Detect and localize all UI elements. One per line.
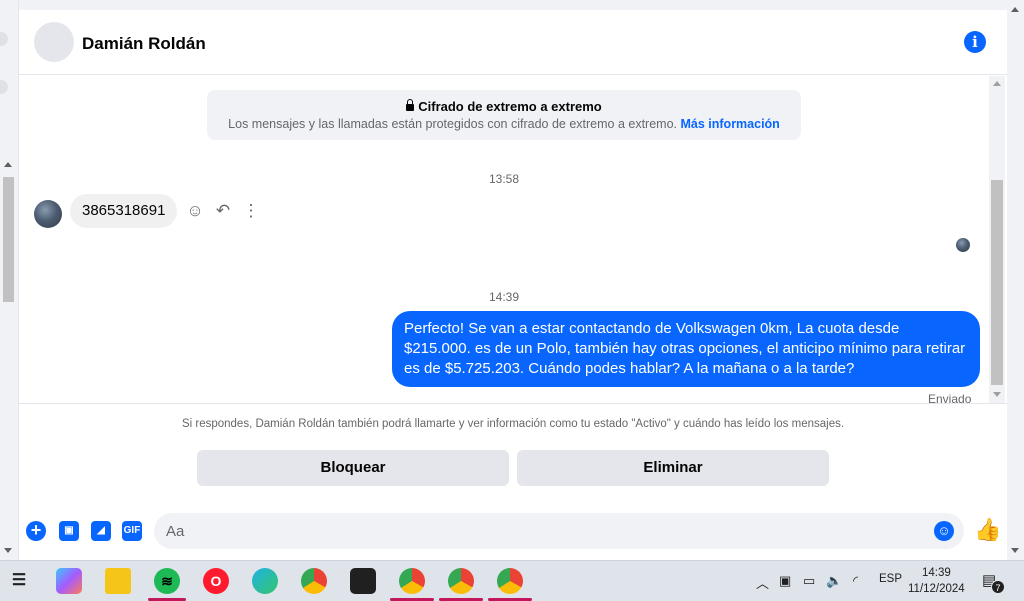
clock[interactable]: 14:39 11/12/2024 (908, 565, 965, 597)
scroll-up-arrow-icon[interactable] (993, 81, 1001, 86)
info-icon[interactable]: i (964, 31, 986, 53)
sticky-app-icon[interactable] (350, 568, 376, 594)
block-button[interactable]: Bloquear (197, 450, 509, 486)
top-strip (19, 0, 1007, 10)
delete-button[interactable]: Eliminar (517, 450, 829, 486)
scrollbar-thumb[interactable] (3, 177, 14, 302)
contact-avatar[interactable] (34, 22, 74, 62)
seen-avatar (956, 238, 970, 252)
scroll-down-arrow-icon[interactable] (4, 548, 12, 553)
incoming-message[interactable]: 3865318691 (70, 194, 178, 228)
windows-taskbar: ☰ ≋ O ︿ ▣ ▭ 🔈 ◜ ESP 14:39 11/12/2024 ▤ 7 (0, 560, 1024, 601)
photo-icon[interactable]: ▣ (59, 521, 79, 541)
meet-now-icon[interactable]: ▣ (779, 573, 791, 589)
encryption-notice: Cifrado de extremo a extremo Los mensaje… (207, 90, 801, 140)
more-info-link[interactable]: Más información (681, 117, 780, 131)
page-scrollbar[interactable] (1007, 0, 1024, 560)
chevron-up-icon[interactable]: ︿ (756, 573, 769, 592)
encryption-description: Los mensajes y las llamadas están proteg… (228, 117, 678, 131)
thumbs-up-icon[interactable]: 👍 (974, 518, 1001, 542)
message-input[interactable]: Aa ☺ (154, 513, 964, 549)
timestamp: 13:58 (488, 172, 520, 186)
message-request-panel: Si respondes, Damián Roldán también podr… (19, 403, 1007, 503)
message-input-placeholder: Aa (166, 523, 185, 540)
copilot-icon[interactable] (56, 568, 82, 594)
encryption-title: Cifrado de extremo a extremo (418, 99, 602, 114)
clock-time: 14:39 (921, 567, 951, 579)
chrome-profile-icon[interactable] (399, 568, 425, 594)
task-view-icon[interactable]: ☰ (6, 568, 32, 594)
chrome-icon[interactable] (301, 568, 327, 594)
left-page-scrollbar[interactable] (0, 0, 19, 560)
lock-icon (406, 99, 415, 111)
opera-icon[interactable]: O (203, 568, 229, 594)
battery-icon[interactable]: ▭ (803, 573, 815, 589)
chrome-profile-icon[interactable] (448, 568, 474, 594)
messages-scrollbar[interactable] (989, 76, 1005, 403)
notification-badge: 7 (991, 580, 1005, 594)
wifi-icon[interactable]: ◜ (853, 573, 858, 589)
chat-header: Damián Roldán i (19, 10, 1007, 75)
clock-date: 11/12/2024 (908, 583, 965, 595)
chat-window: Damián Roldán i Cifrado de extremo a ext… (19, 10, 1007, 560)
request-notice: Si respondes, Damián Roldán también podr… (181, 418, 845, 430)
message-list: Cifrado de extremo a extremo Los mensaje… (19, 76, 989, 406)
file-explorer-icon[interactable] (105, 568, 131, 594)
scroll-down-arrow-icon[interactable] (1011, 548, 1019, 553)
scroll-up-arrow-icon[interactable] (4, 162, 12, 167)
timestamp: 14:39 (488, 290, 520, 304)
reply-icon[interactable]: ↶ (213, 201, 233, 221)
more-options-icon[interactable]: ⋮ (241, 201, 261, 221)
react-emoji-icon[interactable]: ☺ (185, 201, 205, 221)
message-composer: + ▣ ◢ GIF Aa ☺ 👍 (19, 508, 1007, 558)
gif-icon[interactable]: GIF (122, 521, 142, 541)
notification-icon[interactable]: ▤ 7 (982, 571, 1005, 594)
message-actions: ☺ ↶ ⋮ (185, 201, 261, 221)
edge-icon[interactable] (252, 568, 278, 594)
scrollbar-thumb[interactable] (991, 180, 1003, 385)
outgoing-message[interactable]: Perfecto! Se van a estar contactando de … (392, 311, 980, 387)
chrome-profile-icon[interactable] (497, 568, 523, 594)
partial-circle-icon (0, 32, 8, 46)
sender-avatar[interactable] (34, 200, 62, 228)
emoji-icon[interactable]: ☺ (934, 521, 954, 541)
scroll-up-arrow-icon[interactable] (1011, 7, 1019, 12)
plus-icon[interactable]: + (26, 521, 46, 541)
volume-icon[interactable]: 🔈 (826, 573, 842, 589)
language-indicator[interactable]: ESP (879, 573, 902, 585)
spotify-icon[interactable]: ≋ (154, 568, 180, 594)
sticker-icon[interactable]: ◢ (91, 521, 111, 541)
contact-name[interactable]: Damián Roldán (82, 34, 206, 54)
scroll-down-arrow-icon[interactable] (993, 392, 1001, 397)
partial-circle-icon (0, 80, 8, 94)
